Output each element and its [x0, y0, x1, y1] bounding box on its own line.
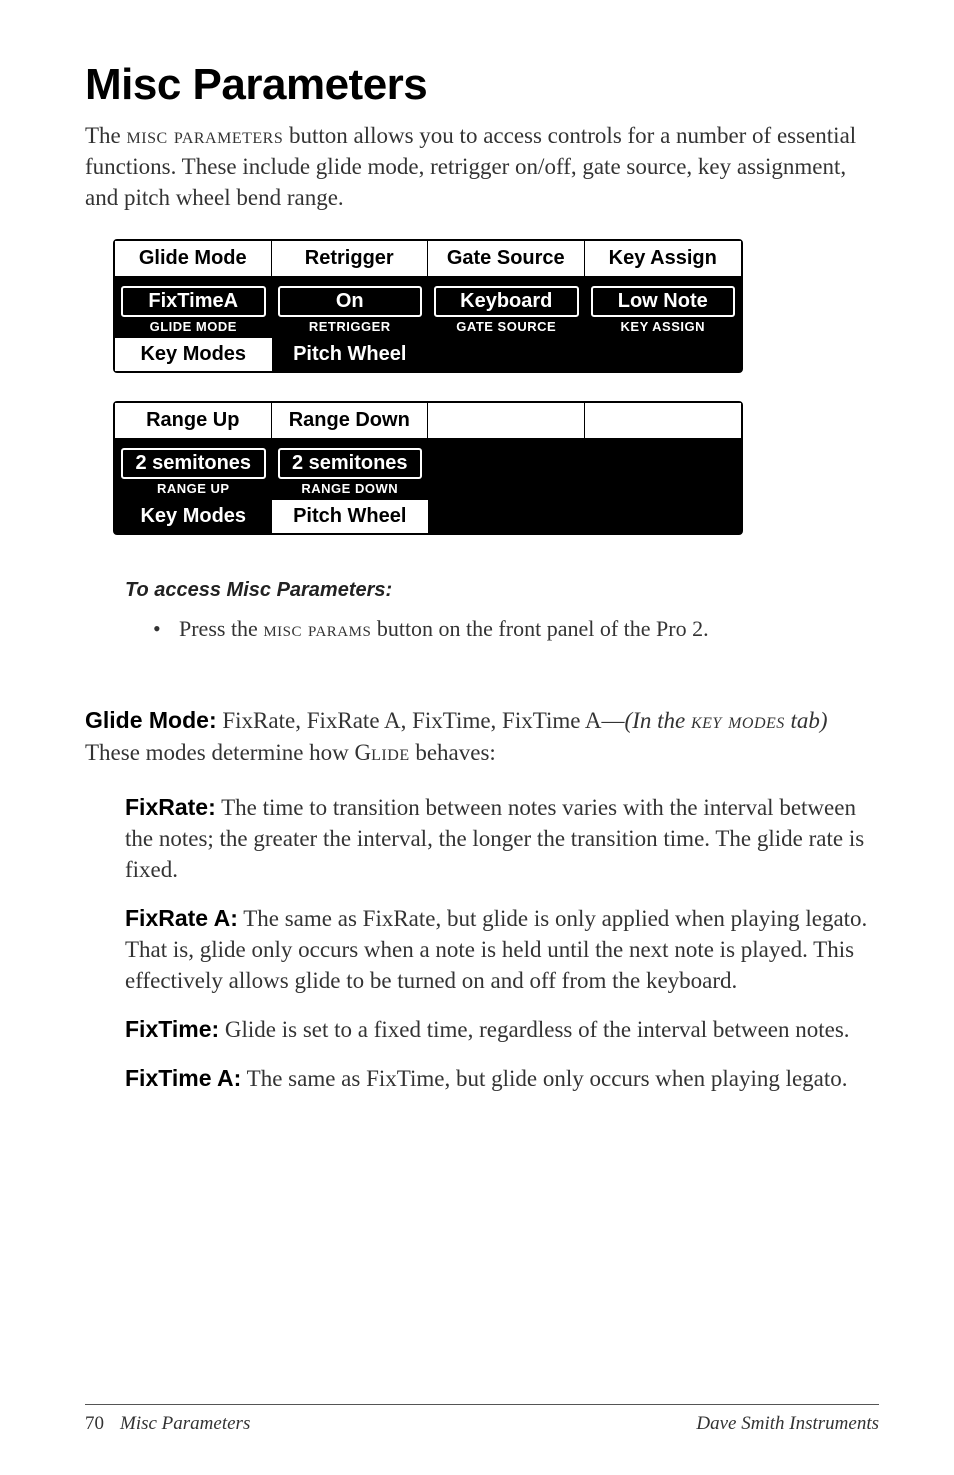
bullet-smallcaps: misc params — [263, 616, 371, 641]
col-header-retrigger: Retrigger — [272, 241, 429, 276]
glide-mode-values: FixRate, FixRate A, FixTime, FixTime A— — [217, 708, 625, 733]
display-panel-pitch-wheel: Range Up Range Down 2 semitones RANGE UP… — [113, 401, 743, 535]
fixrate-a-name: FixRate A: — [125, 905, 238, 931]
fixtime-a-name: FixTime A: — [125, 1065, 241, 1091]
def-fixrate-a: FixRate A: The same as FixRate, but glid… — [125, 903, 879, 996]
def-tail-sc: lide — [371, 740, 409, 765]
bullet-post: button on the front panel of the Pro 2. — [371, 616, 708, 641]
fixtime-a-body: The same as FixTime, but glide only occu… — [241, 1066, 847, 1091]
col-header-range-down: Range Down — [272, 403, 429, 438]
bullet-dot: • — [153, 616, 161, 642]
label-range-up: RANGE UP — [121, 481, 266, 500]
panel1-header-row: Glide Mode Retrigger Gate Source Key Ass… — [115, 241, 741, 276]
value-gate-source: Keyboard — [434, 286, 579, 317]
tab-empty-4 — [585, 500, 742, 533]
access-bullet: • Press the misc params button on the fr… — [153, 616, 879, 642]
tab-pitch-wheel-2[interactable]: Pitch Wheel — [272, 500, 429, 533]
label-retrigger: RETRIGGER — [278, 319, 423, 338]
tab-key-modes-2[interactable]: Key Modes — [115, 500, 272, 533]
def-tail2: behaves: — [410, 740, 496, 765]
value-key-assign: Low Note — [591, 286, 736, 317]
col-header-range-up: Range Up — [115, 403, 272, 438]
panel2-header-row: Range Up Range Down — [115, 403, 741, 438]
footer-right: Dave Smith Instruments — [696, 1413, 879, 1435]
def-fixtime-a: FixTime A: The same as FixTime, but glid… — [125, 1063, 879, 1094]
def-italic-sc: key modes — [691, 708, 785, 733]
fixtime-name: FixTime: — [125, 1016, 219, 1042]
intro-paragraph: The misc parameters button allows you to… — [85, 120, 879, 213]
glide-mode-name: Glide Mode: — [85, 707, 217, 733]
fixtime-body: Glide is set to a fixed time, regardless… — [219, 1017, 849, 1042]
def-fixtime: FixTime: Glide is set to a fixed time, r… — [125, 1014, 879, 1045]
page-footer: 70 Misc Parameters Dave Smith Instrument… — [85, 1404, 879, 1435]
tab-key-modes[interactable]: Key Modes — [115, 338, 272, 371]
def-italic-post: tab) — [785, 708, 828, 733]
intro-smallcaps-1: misc parameters — [127, 123, 284, 148]
footer-section: Misc Parameters — [120, 1413, 250, 1435]
col-empty-2 — [585, 403, 742, 438]
footer-page-number: 70 — [85, 1413, 104, 1435]
label-gate-source: GATE SOURCE — [434, 319, 579, 338]
fixrate-name: FixRate: — [125, 794, 216, 820]
panel1-values-row: FixTimeA GLIDE MODE On RETRIGGER Keyboar… — [115, 276, 741, 338]
panel2-values-row: 2 semitones RANGE UP 2 semitones RANGE D… — [115, 438, 741, 500]
col-header-glide-mode: Glide Mode — [115, 241, 272, 276]
def-tail: These modes determine how G — [85, 740, 371, 765]
def-fixrate: FixRate: The time to transition between … — [125, 792, 879, 885]
page-title: Misc Parameters — [85, 60, 879, 110]
display-panel-key-modes: Glide Mode Retrigger Gate Source Key Ass… — [113, 239, 743, 373]
tab-pitch-wheel[interactable]: Pitch Wheel — [272, 338, 429, 371]
fixrate-body: The time to transition between notes var… — [125, 795, 864, 882]
label-glide-mode: GLIDE MODE — [121, 319, 266, 338]
tab-empty-2 — [585, 338, 742, 371]
value-retrigger: On — [278, 286, 423, 317]
col-header-key-assign: Key Assign — [585, 241, 742, 276]
value-range-down: 2 semitones — [278, 448, 423, 479]
label-key-assign: KEY ASSIGN — [591, 319, 736, 338]
panel2-tabs: Key Modes Pitch Wheel — [115, 500, 741, 533]
label-range-down: RANGE DOWN — [278, 481, 423, 500]
panel1-tabs: Key Modes Pitch Wheel — [115, 338, 741, 371]
access-heading: To access Misc Parameters: — [125, 579, 879, 602]
def-italic-pre: (In the — [625, 708, 691, 733]
value-glide-mode: FixTimeA — [121, 286, 266, 317]
col-empty-1 — [428, 403, 585, 438]
bullet-pre: Press the — [179, 616, 263, 641]
glide-mode-definition-lead: Glide Mode: FixRate, FixRate A, FixTime,… — [85, 704, 879, 769]
tab-empty-3 — [428, 500, 585, 533]
value-range-up: 2 semitones — [121, 448, 266, 479]
tab-empty-1 — [428, 338, 585, 371]
col-header-gate-source: Gate Source — [428, 241, 585, 276]
